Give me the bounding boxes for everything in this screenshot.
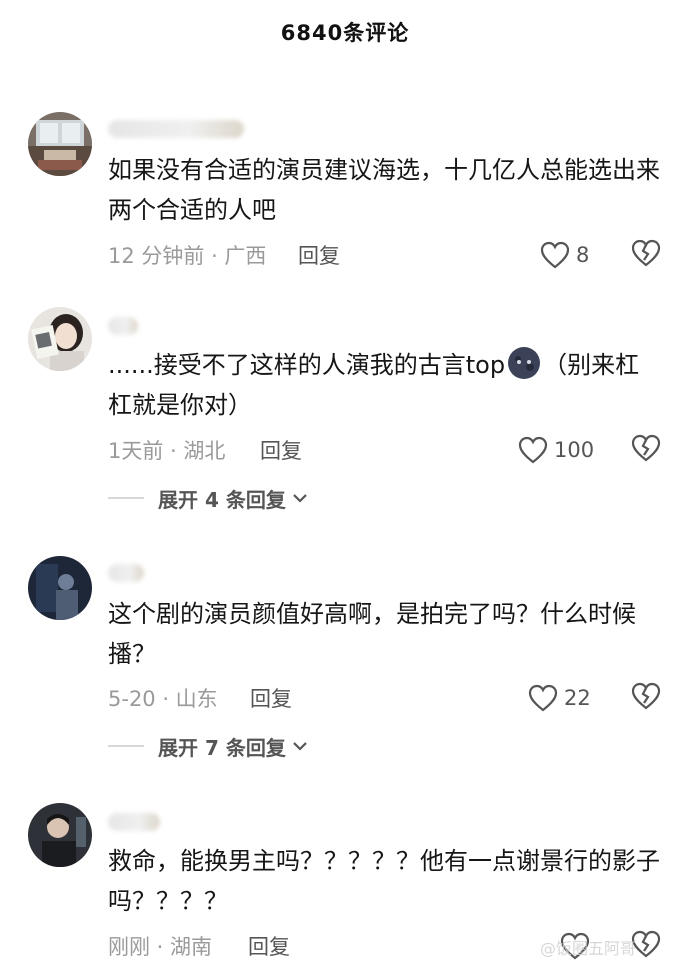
username-blurred[interactable] <box>108 813 160 831</box>
broken-heart-icon[interactable] <box>630 238 662 268</box>
comment-text: 如果没有合适的演员建议海选，十几亿人总能选出来两个合适的人吧 <box>108 156 660 224</box>
heart-outline-icon <box>540 241 570 269</box>
watermark-text: @饭圈五阿哥 <box>540 939 637 958</box>
like-count: 100 <box>554 438 595 462</box>
broken-heart-icon[interactable] <box>630 681 662 711</box>
comment-time-location: 5-20 · 山东 <box>108 687 218 711</box>
heart-outline-icon <box>528 684 558 712</box>
reply-button[interactable]: 回复 <box>248 931 290 961</box>
chevron-down-icon <box>293 742 307 751</box>
reply-button[interactable]: 回复 <box>298 240 340 270</box>
chevron-down-icon <box>293 494 307 503</box>
expand-replies-button[interactable]: 展开 7 条回复 <box>108 731 308 761</box>
like-button[interactable]: 22 <box>528 683 591 713</box>
divider <box>108 745 144 747</box>
reply-button[interactable]: 回复 <box>260 435 302 465</box>
avatar[interactable] <box>28 112 92 176</box>
avatar[interactable] <box>28 307 92 371</box>
reply-button[interactable]: 回复 <box>250 683 292 713</box>
heart-outline-icon <box>518 436 548 464</box>
comment-text: 救命，能换男主吗？？？？？他有一点谢景行的影子吗？？？？ <box>108 847 660 915</box>
username-blurred[interactable] <box>108 564 144 582</box>
expand-replies-label: 展开 7 条回复 <box>158 735 286 760</box>
avatar[interactable] <box>28 803 92 867</box>
comment-time-location: 1天前 · 湖北 <box>108 439 226 463</box>
like-count: 22 <box>564 686 591 710</box>
expand-replies-button[interactable]: 展开 4 条回复 <box>108 483 308 513</box>
comment-time-location: 12 分钟前 · 广西 <box>108 244 267 268</box>
username-blurred[interactable] <box>108 317 138 335</box>
smiling-moon-emoji-icon <box>507 346 541 380</box>
broken-heart-icon[interactable] <box>630 433 662 463</box>
divider <box>108 497 144 499</box>
expand-replies-label: 展开 4 条回复 <box>158 487 286 512</box>
username-blurred[interactable] <box>108 120 244 138</box>
like-button[interactable]: 100 <box>518 435 594 465</box>
comment-meta: 1天前 · 湖北 回复 100 <box>108 433 668 465</box>
comment-text-part: ......接受不了这样的人演我的古言top <box>108 351 506 379</box>
comments-header: 6840条评论 <box>0 0 690 64</box>
comment-meta: 12 分钟前 · 广西 回复 8 <box>108 238 668 270</box>
comment-time-location: 刚刚 · 湖南 <box>108 935 213 959</box>
comment-count-title: 6840条评论 <box>280 21 410 45</box>
comment-text: 这个剧的演员颜值好高啊，是拍完了吗？什么时候播？ <box>108 600 636 668</box>
avatar[interactable] <box>28 556 92 620</box>
like-count: 8 <box>576 243 590 267</box>
comment-text: ......接受不了这样的人演我的古言top （别来杠 杠就是你对） <box>108 345 668 425</box>
like-button[interactable]: 8 <box>540 240 589 270</box>
watermark: @饭圈五阿哥 <box>540 932 636 962</box>
comment-meta: 5-20 · 山东 回复 22 <box>108 681 668 713</box>
